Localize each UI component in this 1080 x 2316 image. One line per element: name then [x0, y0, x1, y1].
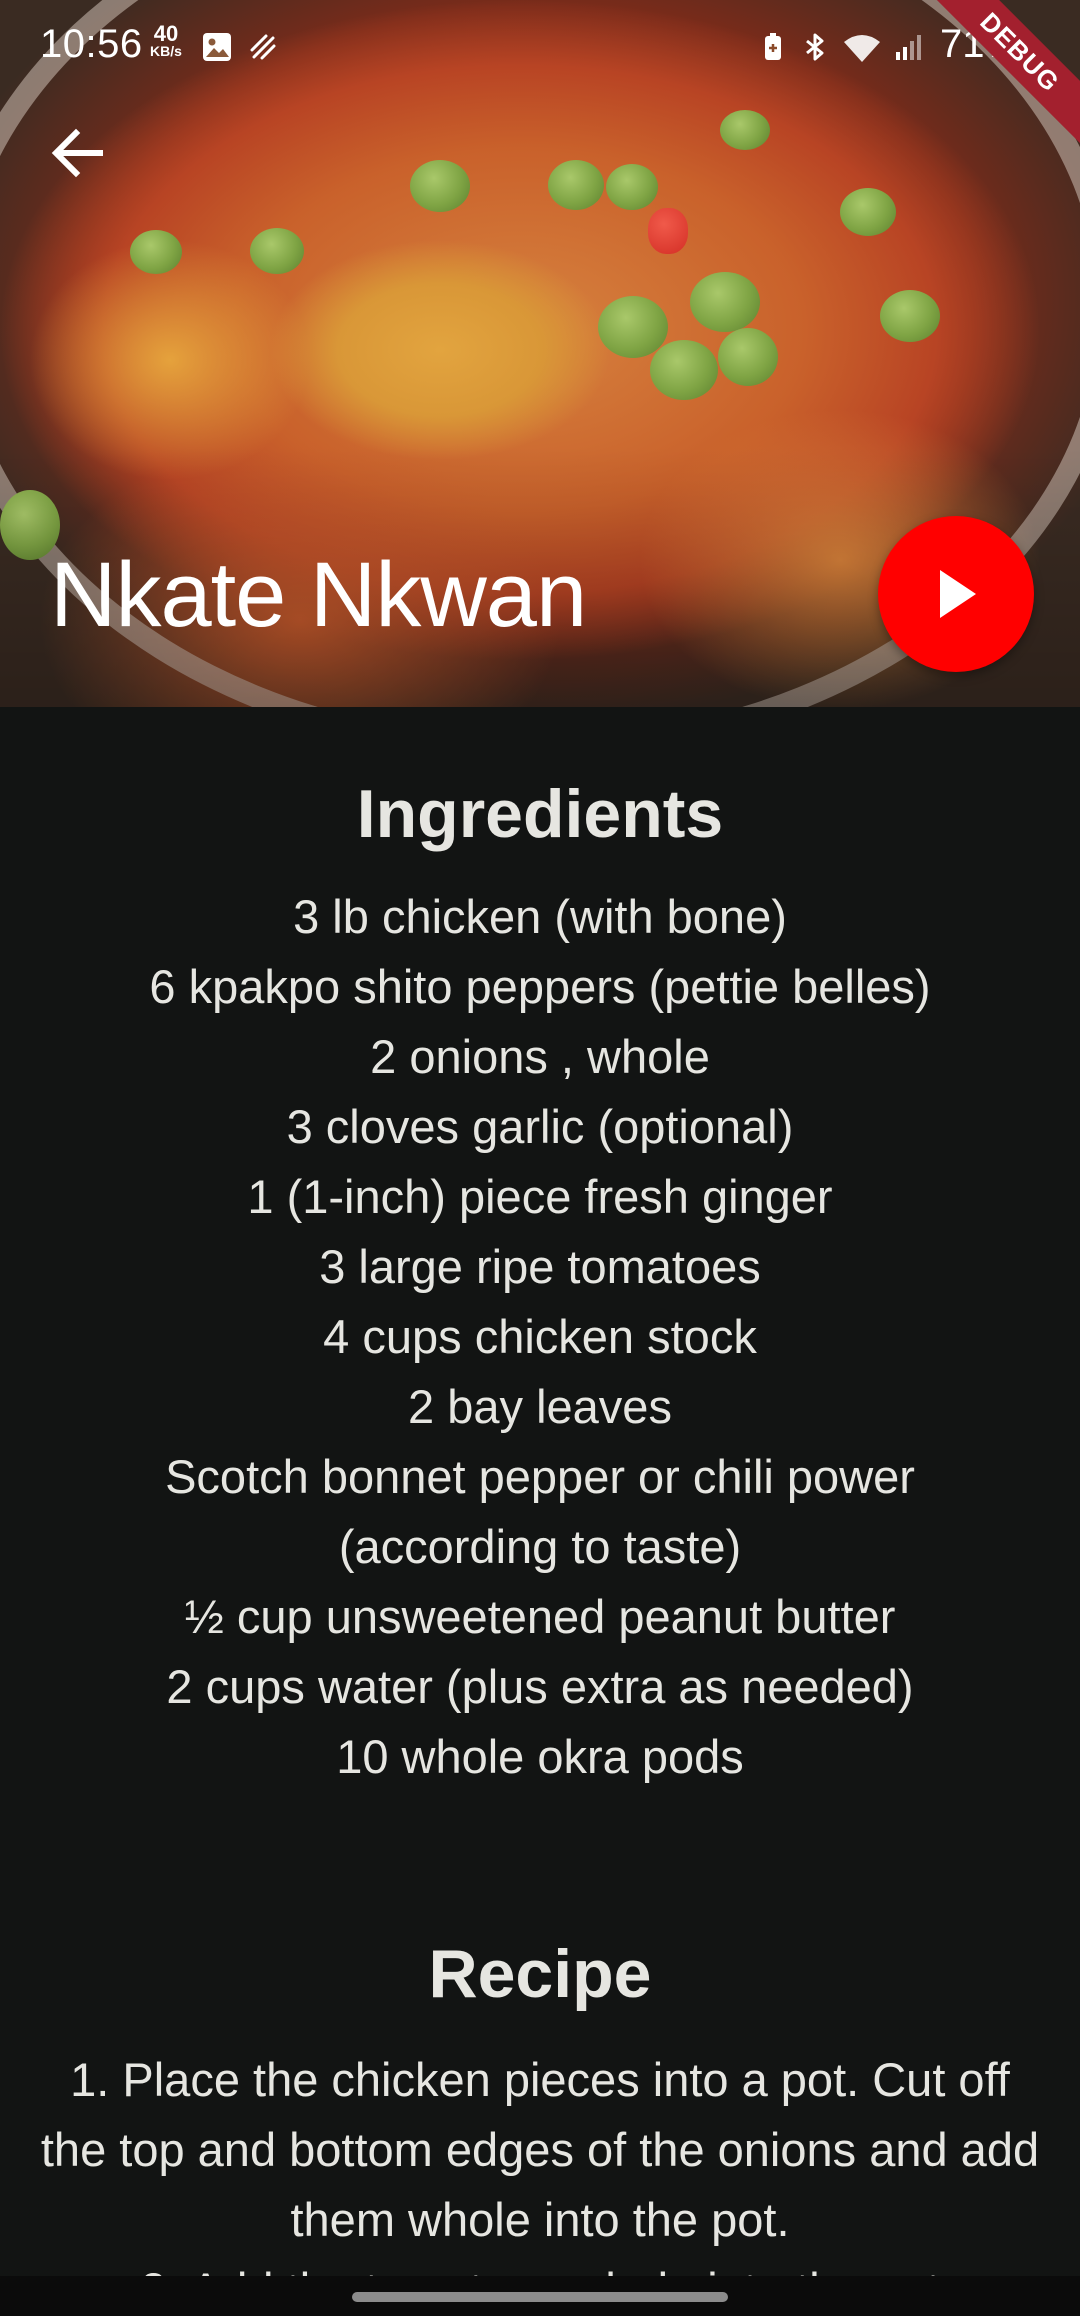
ingredient-item: Scotch bonnet pepper or chili power (acc…	[165, 1450, 915, 1573]
status-bar: 10:56 40 KB/s	[0, 0, 1080, 96]
cell-signal-icon	[896, 35, 921, 60]
recipe-heading: Recipe	[428, 1936, 652, 2012]
net-speed: 40 KB/s	[150, 23, 182, 59]
back-arrow-icon	[51, 128, 103, 178]
net-speed-unit: KB/s	[150, 43, 182, 59]
status-time: 10:56	[40, 22, 143, 66]
back-button[interactable]	[44, 118, 114, 188]
ingredient-item: 2 onions , whole	[370, 1030, 710, 1083]
okra-piece	[410, 160, 470, 212]
ingredient-item: 3 cloves garlic (optional)	[286, 1100, 794, 1153]
screen: 10:56 40 KB/s DEBUG Nkate Nkwan Ingredie…	[0, 0, 1080, 2316]
okra-piece	[718, 328, 778, 386]
okra-piece	[548, 160, 604, 210]
okra-piece	[130, 230, 182, 274]
ingredient-item: 3 large ripe tomatoes	[319, 1240, 761, 1293]
signal-activity-icon	[250, 34, 276, 60]
ingredient-item: 10 whole okra pods	[336, 1730, 744, 1783]
ingredients-list: 3 lb chicken (with bone) 6 kpakpo shito …	[40, 882, 1040, 1792]
bluetooth-icon	[806, 33, 824, 61]
battery-saver-icon	[765, 33, 781, 60]
okra-piece	[720, 110, 770, 150]
okra-piece	[650, 340, 718, 400]
okra-piece	[598, 296, 668, 358]
recipe-title: Nkate Nkwan	[50, 544, 587, 646]
wifi-icon	[844, 35, 880, 62]
recipe-step: 1. Place the chicken pieces into a pot. …	[40, 2053, 1040, 2246]
ingredient-item: ½ cup unsweetened peanut butter	[184, 1590, 896, 1643]
play-video-button[interactable]	[878, 516, 1034, 672]
ingredient-item: 1 (1-inch) piece fresh ginger	[247, 1170, 833, 1223]
okra-piece	[606, 164, 658, 210]
home-gesture-handle[interactable]	[352, 2292, 728, 2302]
okra-piece	[880, 290, 940, 342]
gallery-icon	[203, 33, 231, 61]
okra-piece	[250, 228, 304, 274]
hero-food-image: 10:56 40 KB/s DEBUG Nkate Nkwan	[0, 0, 1080, 707]
ingredient-item: 6 kpakpo shito peppers (pettie belles)	[149, 960, 931, 1013]
ingredient-item: 2 cups water (plus extra as needed)	[166, 1660, 914, 1713]
ingredient-item: 2 bay leaves	[408, 1380, 672, 1433]
play-icon	[940, 570, 976, 618]
ingredients-heading: Ingredients	[356, 776, 724, 852]
ingredient-item: 4 cups chicken stock	[323, 1310, 757, 1363]
pepper-piece	[648, 208, 688, 254]
system-nav-bar	[0, 2276, 1080, 2316]
okra-piece	[690, 272, 760, 332]
okra-piece	[840, 188, 896, 236]
ingredient-item: 3 lb chicken (with bone)	[293, 890, 787, 943]
